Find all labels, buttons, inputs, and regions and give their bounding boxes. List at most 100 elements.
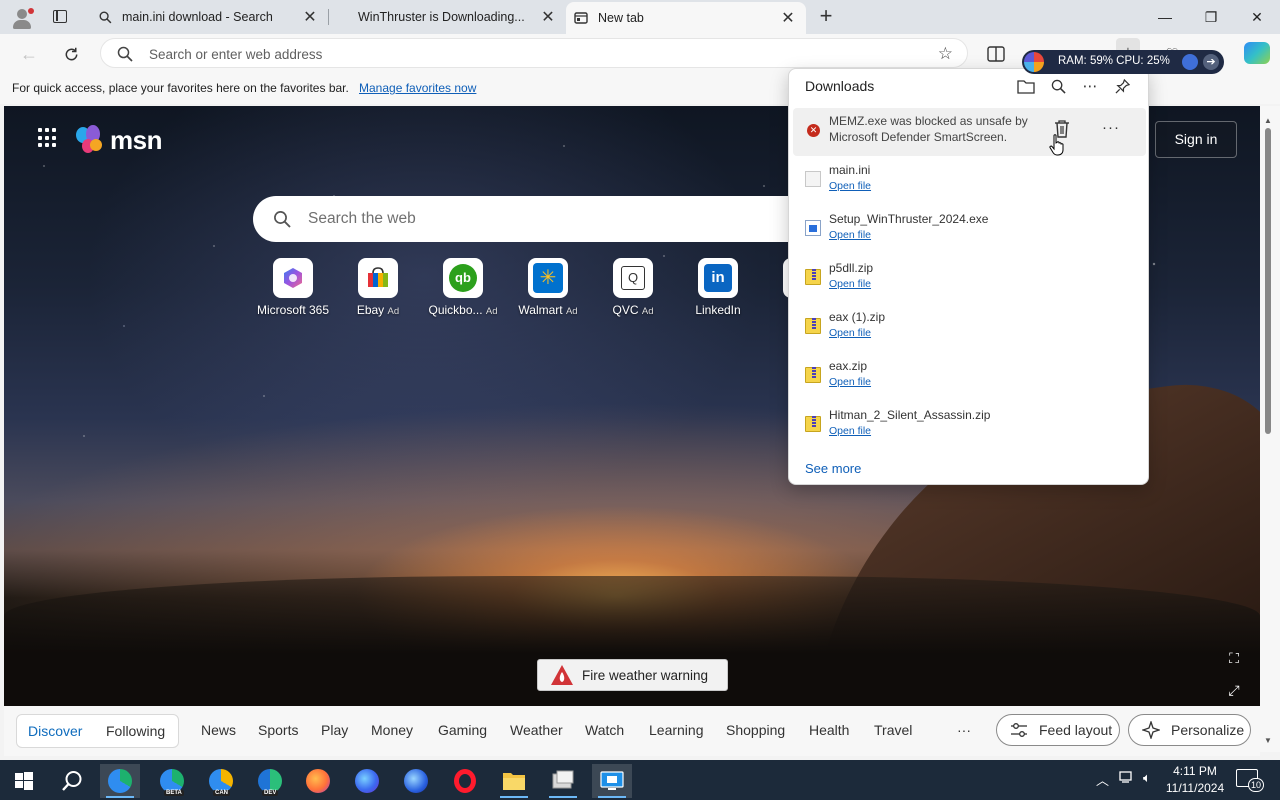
see-more-link[interactable]: See more [805,461,861,476]
copilot-icon[interactable] [1244,42,1270,64]
feed-layout-button[interactable]: Feed layout [996,714,1120,746]
page-scrollbar[interactable]: ▲ ▼ [1260,106,1280,752]
firefox-nightly-taskbar-icon[interactable] [396,764,436,798]
item-more-icon[interactable]: ··· [1099,118,1123,142]
feed-toggle: Discover Following [16,714,179,748]
ebay-bag-icon [358,258,398,298]
restore-button[interactable]: ❐ [1188,0,1234,34]
resource-monitor-widget[interactable]: RAM: 59% CPU: 25% ➔ [1022,50,1224,74]
expand-icon[interactable]: ⤢ [1225,681,1243,699]
scroll-up-arrow-icon[interactable]: ▲ [1264,116,1272,125]
category-news[interactable]: News [201,722,236,738]
address-bar[interactable]: Search or enter web address ☆ [100,38,968,68]
opera-taskbar-icon[interactable] [445,764,485,798]
personalize-label: Personalize [1171,722,1245,738]
feed-category-bar: Discover Following News Sports Play Mone… [4,706,1260,756]
scroll-down-arrow-icon[interactable]: ▼ [1264,736,1272,745]
category-weather[interactable]: Weather [510,722,563,738]
close-tab-icon[interactable]: ✕ [300,7,320,27]
open-folder-icon[interactable] [1015,75,1037,97]
walmart-icon: ✳ [528,258,568,298]
quick-link-qvc[interactable]: Q QVC Ad [591,258,675,317]
open-file-link[interactable]: Open file [829,425,871,437]
download-filename: p5dll.zip [829,261,874,275]
category-health[interactable]: Health [809,722,849,738]
download-item[interactable]: Hitman_2_Silent_Assassin.zip Open file [793,402,1146,450]
image-info-icon[interactable]: ⛶ [1225,649,1243,667]
new-tab-button[interactable]: + [814,5,838,29]
quick-link-walmart[interactable]: ✳ Walmart Ad [506,258,590,317]
back-button[interactable]: ← [16,41,42,67]
more-categories-icon[interactable]: ··· [957,722,971,738]
favorite-star-icon[interactable]: ☆ [938,44,953,64]
personalize-button[interactable]: Personalize [1128,714,1251,746]
category-watch[interactable]: Watch [585,722,624,738]
category-play[interactable]: Play [321,722,348,738]
volume-icon[interactable]: 🔈︎ [1143,770,1151,786]
open-file-link[interactable]: Open file [829,278,871,290]
search-downloads-icon[interactable] [1047,75,1069,97]
download-item[interactable]: eax (1).zip Open file [793,304,1146,352]
profile-avatar-icon[interactable] [10,6,34,30]
quick-link-microsoft-365[interactable]: Microsoft 365 [251,258,335,317]
quick-link-partial[interactable] [761,258,791,298]
close-tab-icon[interactable]: ✕ [778,8,798,28]
zip-file-icon [805,318,821,334]
minimize-button[interactable]: — [1142,0,1188,34]
category-shopping[interactable]: Shopping [726,722,785,738]
chevron-up-icon[interactable]: ︿ [1096,770,1109,789]
category-travel[interactable]: Travel [874,722,912,738]
quick-link-ebay[interactable]: Ebay Ad [336,258,420,317]
notification-center-icon[interactable]: 10 [1236,769,1264,792]
firefox-developer-taskbar-icon[interactable] [347,764,387,798]
edge-canary-taskbar-icon[interactable]: CAN [201,764,241,798]
lock-icon [1182,54,1198,70]
edge-taskbar-icon[interactable] [100,764,140,798]
open-file-link[interactable]: Open file [829,229,871,241]
open-file-link[interactable]: Open file [829,376,871,388]
tab-search[interactable]: main.ini download - Search ✕ [88,0,328,34]
scrollbar-thumb[interactable] [1265,128,1271,434]
category-gaming[interactable]: Gaming [438,722,487,738]
close-tab-icon[interactable]: ✕ [538,7,558,27]
split-screen-icon[interactable] [984,42,1008,66]
quick-link-linkedin[interactable]: in LinkedIn [676,258,760,317]
file-explorer-taskbar-icon[interactable] [494,764,534,798]
download-item-blocked[interactable]: ✕ MEMZ.exe was blocked as unsafe by Micr… [793,108,1146,156]
quick-link-quickbooks[interactable]: qb Quickbo... Ad [421,258,505,317]
remote-desktop-taskbar-icon[interactable] [592,764,632,798]
tab-winthruster[interactable]: WinThruster is Downloading... ✕ [330,0,566,34]
download-item[interactable]: eax.zip Open file [793,353,1146,401]
arrow-right-icon[interactable]: ➔ [1203,54,1219,70]
download-item[interactable]: Setup_WinThruster_2024.exe Open file [793,206,1146,254]
fire-weather-warning-button[interactable]: Fire weather warning [537,659,728,691]
pin-icon[interactable] [1111,75,1133,97]
search-taskbar-icon[interactable] [52,764,92,798]
tab-discover[interactable]: Discover [28,723,82,739]
more-options-icon[interactable]: ⋯ [1079,75,1101,97]
system-clock[interactable]: 4:11 PM 11/11/2024 [1160,763,1230,797]
download-item[interactable]: main.ini Open file [793,157,1146,205]
msn-logo[interactable]: msn [76,124,162,156]
edge-dev-taskbar-icon[interactable]: DEV [250,764,290,798]
download-item[interactable]: p5dll.zip Open file [793,255,1146,303]
edge-beta-taskbar-icon[interactable]: BETA [152,764,192,798]
tab-new-tab[interactable]: New tab ✕ [566,2,806,34]
close-window-button[interactable]: ✕ [1234,0,1280,34]
web-search-box[interactable]: Search the web [253,196,813,242]
app-taskbar-icon[interactable] [543,764,583,798]
open-file-link[interactable]: Open file [829,327,871,339]
network-icon[interactable] [1119,770,1135,787]
open-file-link[interactable]: Open file [829,180,871,192]
refresh-button[interactable] [58,41,84,67]
category-learning[interactable]: Learning [649,722,704,738]
category-sports[interactable]: Sports [258,722,298,738]
tab-actions-icon[interactable] [46,5,74,29]
firefox-taskbar-icon[interactable] [298,764,338,798]
app-launcher-icon[interactable] [38,128,58,148]
tab-following[interactable]: Following [106,723,165,739]
sign-in-button[interactable]: Sign in [1155,121,1237,158]
start-button[interactable] [4,764,44,798]
manage-favorites-link[interactable]: Manage favorites now [359,81,476,95]
category-money[interactable]: Money [371,722,413,738]
